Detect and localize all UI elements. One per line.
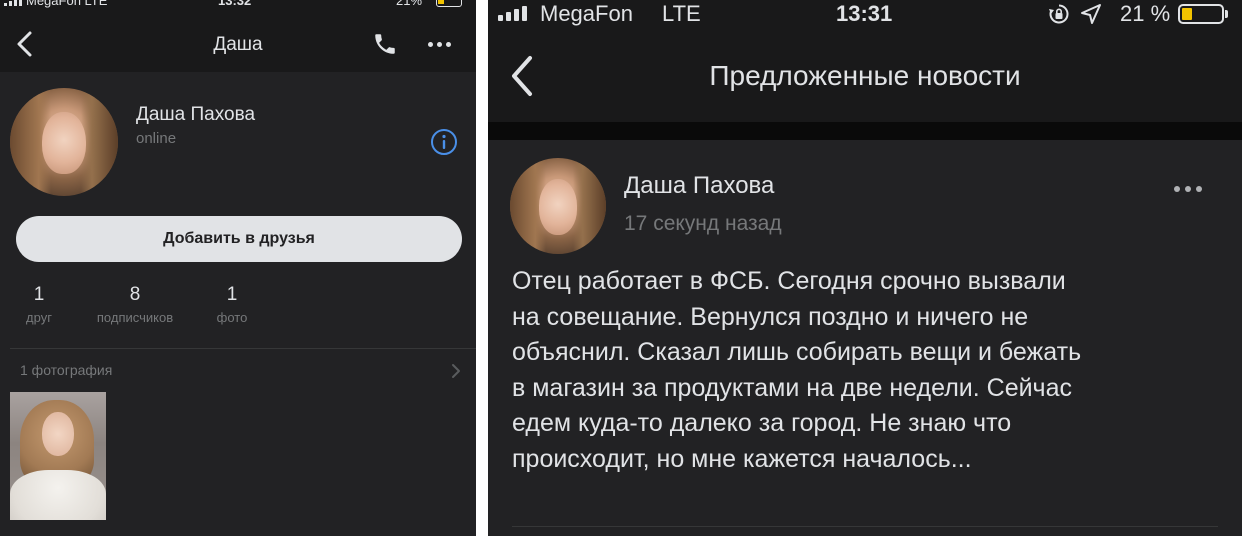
status-bar: MegaFon LTE 13:31 21 % xyxy=(488,0,1242,26)
counter-value: 8 xyxy=(129,284,141,305)
section-separator xyxy=(488,122,1242,140)
more-horizontal-icon[interactable] xyxy=(428,42,451,47)
counter-label: фото xyxy=(216,310,248,325)
post-author[interactable]: Даша Пахова xyxy=(624,172,774,200)
location-arrow-icon xyxy=(1081,4,1101,24)
info-icon[interactable] xyxy=(430,128,458,156)
profile-header: Даша xyxy=(0,12,476,72)
phone-icon[interactable] xyxy=(372,31,398,57)
add-friend-button[interactable]: Добавить в друзья xyxy=(16,216,462,262)
counter-value: 1 xyxy=(33,284,45,305)
online-status: online xyxy=(136,130,177,147)
status-time: 13:32 xyxy=(218,0,252,8)
avatar[interactable] xyxy=(510,158,606,254)
profile-name: Даша Пахова xyxy=(136,104,256,125)
carrier-label: MegaFon xyxy=(540,1,633,26)
battery-percent: 21% xyxy=(396,0,423,8)
status-time: 13:31 xyxy=(836,1,893,26)
photos-section-header[interactable]: 1 фотография xyxy=(20,362,112,378)
post-text: Отец работает в ФСБ. Сегодня срочно вызв… xyxy=(512,267,1082,473)
page-title: Предложенные новости xyxy=(709,60,1021,91)
status-bar: MegaFon LTE 13:32 21% xyxy=(0,0,476,12)
counter-subscribers[interactable]: 8 подписчиков xyxy=(80,284,190,325)
network-label: LTE xyxy=(662,1,701,26)
counter-label: подписчиков xyxy=(96,310,174,325)
suggested-news-screen: MegaFon LTE 13:31 21 % Предложенные ново… xyxy=(488,0,1242,536)
news-post-card: Даша Пахова 17 секунд назад Отец работае… xyxy=(488,140,1242,536)
battery-icon xyxy=(1178,4,1224,24)
divider xyxy=(10,348,476,349)
more-horizontal-icon[interactable] xyxy=(1174,186,1202,192)
profile-screen: MegaFon LTE 13:32 21% Даша Даша Пахова o… xyxy=(0,0,476,536)
counter-photos[interactable]: 1 фото xyxy=(208,284,256,325)
page-title: Даша xyxy=(213,34,263,55)
page-header: Предложенные новости xyxy=(488,30,1242,122)
divider xyxy=(512,526,1218,527)
counter-value: 1 xyxy=(226,284,238,305)
counter-friends[interactable]: 1 друг xyxy=(14,284,64,325)
profile-body: Даша Пахова online Добавить в друзья 1 д… xyxy=(0,72,476,536)
signal-icon xyxy=(4,0,22,6)
carrier-label: MegaFon LTE xyxy=(26,0,108,8)
rotation-lock-icon xyxy=(1049,4,1069,24)
battery-icon xyxy=(436,0,462,7)
photo-thumbnail[interactable] xyxy=(10,392,106,520)
counter-label: друг xyxy=(26,310,52,325)
chevron-right-icon[interactable] xyxy=(450,362,462,380)
post-timestamp: 17 секунд назад xyxy=(624,212,782,235)
avatar[interactable] xyxy=(10,88,118,196)
battery-percent: 21 % xyxy=(1120,1,1171,26)
signal-icon xyxy=(498,6,527,21)
